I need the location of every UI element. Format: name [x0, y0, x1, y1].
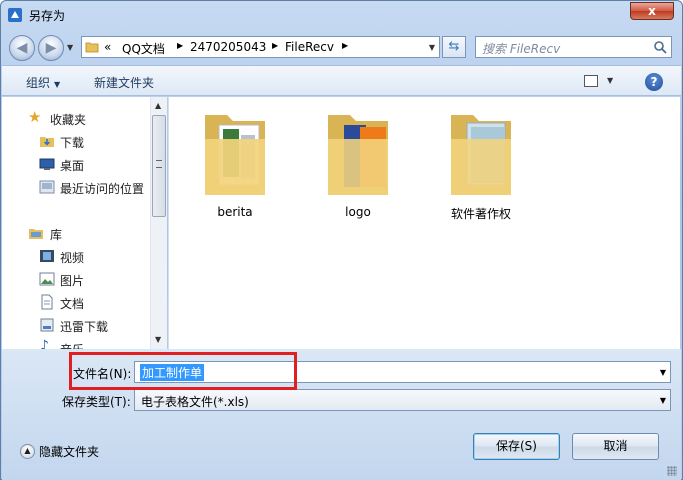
xunlei-icon: [40, 318, 54, 332]
folder-item[interactable]: logo: [317, 105, 399, 225]
grip-icon: [156, 160, 162, 168]
nav-pictures-label: 图片: [60, 274, 85, 288]
forward-button[interactable]: ▶: [38, 35, 64, 61]
picture-icon: [39, 272, 55, 286]
cancel-button[interactable]: 取消: [572, 433, 659, 460]
scroll-up-icon[interactable]: ▲: [155, 101, 161, 110]
window-title: 另存为: [29, 9, 66, 23]
save-button[interactable]: 保存(S): [473, 433, 560, 460]
breadcrumb-qq-docs[interactable]: QQ文档: [122, 40, 165, 57]
address-row: ◀ ▶ ▼ « QQ文档 ▶ 2470205043 ▶ FileRecv ▶ ▼…: [1, 29, 682, 65]
nav-libraries[interactable]: 库: [2, 223, 150, 243]
scroll-down-icon[interactable]: ▼: [155, 335, 161, 344]
close-icon: x: [648, 4, 656, 18]
resize-grip-icon[interactable]: [667, 466, 677, 476]
filetype-value: 电子表格文件(*.xls): [141, 395, 249, 409]
nav-documents-label: 文档: [60, 297, 85, 311]
chevron-down-icon[interactable]: ▼: [660, 396, 666, 405]
search-box[interactable]: 搜索 FileRecv: [475, 36, 672, 58]
library-icon: [29, 229, 43, 239]
dialog-footer: ▲ 隐藏文件夹 保存(S) 取消: [2, 413, 681, 480]
nav-downloads-label: 下载: [60, 136, 85, 150]
back-button[interactable]: ◀: [9, 35, 35, 61]
nav-downloads[interactable]: 下载: [2, 131, 150, 151]
music-icon: ♪: [40, 338, 49, 349]
folder-item[interactable]: 软件著作权: [440, 105, 522, 225]
nav-music[interactable]: ♪ 音乐: [2, 338, 150, 349]
nav-music-label: 音乐: [60, 341, 84, 349]
download-folder-icon: [40, 137, 54, 147]
search-icon[interactable]: [653, 40, 667, 54]
hide-folders-label: 隐藏文件夹: [39, 445, 100, 459]
folder-name: logo: [345, 205, 371, 219]
folder-icon: [205, 115, 265, 195]
nav-pictures[interactable]: 图片: [2, 269, 150, 289]
folder-icon: [328, 115, 388, 195]
chevron-down-icon[interactable]: ▼: [660, 368, 666, 377]
document-icon: [41, 294, 53, 310]
nav-xunlei-downloads[interactable]: 迅雷下载: [2, 315, 150, 335]
arrow-right-icon: ▶: [45, 40, 57, 56]
nav-desktop[interactable]: 桌面: [2, 154, 150, 174]
hide-folders-toggle[interactable]: ▲ 隐藏文件夹: [20, 443, 99, 460]
navigation-pane[interactable]: ★ 收藏夹 下载 桌面 最近访问的位置 库 视频 图片 文档 迅雷下载 ♪ ▲ …: [2, 97, 167, 349]
nav-libraries-label: 库: [50, 228, 63, 242]
app-icon: [8, 8, 22, 22]
folder-name: 软件著作权: [450, 207, 511, 221]
nav-videos-label: 视频: [60, 251, 85, 265]
organize-menu[interactable]: 组织 ▼: [26, 74, 60, 91]
view-options-icon[interactable]: [584, 75, 598, 87]
nav-videos[interactable]: 视频: [2, 246, 150, 266]
arrow-left-icon: ◀: [16, 40, 28, 56]
chevron-down-icon: ▼: [54, 80, 61, 89]
chevron-right-icon[interactable]: ▶: [272, 41, 278, 50]
breadcrumb-filerecv[interactable]: FileRecv: [285, 40, 334, 54]
refresh-icon: ⇆: [448, 39, 460, 54]
search-placeholder: 搜索 FileRecv: [482, 42, 561, 56]
recent-places-icon: [39, 180, 55, 194]
chevron-right-icon[interactable]: ▶: [342, 41, 348, 50]
address-dropdown-icon[interactable]: ▼: [429, 43, 435, 52]
help-icon[interactable]: ?: [645, 73, 663, 91]
nav-scrollbar[interactable]: ▲ ▼: [150, 97, 167, 349]
video-icon: [40, 250, 54, 262]
new-folder-button[interactable]: 新建文件夹: [94, 74, 154, 91]
recent-pages-dropdown-icon[interactable]: ▼: [67, 43, 73, 52]
folder-icon: [451, 115, 511, 195]
chevron-right-icon[interactable]: ▶: [177, 41, 183, 50]
filetype-select[interactable]: 电子表格文件(*.xls) ▼: [134, 389, 671, 411]
folder-icon: [85, 42, 99, 53]
folder-item[interactable]: berita: [194, 105, 276, 225]
address-bar[interactable]: « QQ文档 ▶ 2470205043 ▶ FileRecv ▶ ▼: [81, 36, 440, 58]
nav-favorites-label: 收藏夹: [50, 113, 87, 127]
organize-label: 组织: [26, 76, 51, 90]
breadcrumb-account[interactable]: 2470205043: [190, 40, 266, 54]
nav-recent-label: 最近访问的位置: [60, 182, 145, 196]
close-button[interactable]: x: [630, 2, 674, 20]
scroll-thumb[interactable]: [152, 115, 166, 217]
breadcrumb-overflow[interactable]: «: [104, 40, 111, 54]
nav-desktop-label: 桌面: [60, 159, 85, 173]
command-bar: 组织 ▼ 新建文件夹 ▼ ?: [2, 65, 681, 96]
star-icon: ★: [28, 108, 42, 126]
filetype-label: 保存类型(T):: [62, 395, 131, 409]
save-as-dialog: 另存为 x ◀ ▶ ▼ « QQ文档 ▶ 2470205043 ▶ FileRe…: [0, 0, 683, 480]
nav-recent-places[interactable]: 最近访问的位置: [2, 177, 150, 197]
desktop-icon: [39, 158, 55, 170]
nav-favorites[interactable]: ★ 收藏夹: [2, 108, 150, 128]
annotation-highlight-box: [69, 352, 297, 390]
nav-xunlei-label: 迅雷下载: [60, 320, 109, 334]
file-list[interactable]: berita logo 软件著作权: [168, 97, 680, 349]
nav-documents[interactable]: 文档: [2, 292, 150, 312]
title-bar[interactable]: 另存为 x: [1, 1, 682, 29]
refresh-button[interactable]: ⇆: [442, 36, 466, 58]
folder-name: berita: [217, 205, 253, 219]
view-dropdown-icon[interactable]: ▼: [607, 76, 613, 85]
chevron-up-icon: ▲: [20, 444, 35, 459]
